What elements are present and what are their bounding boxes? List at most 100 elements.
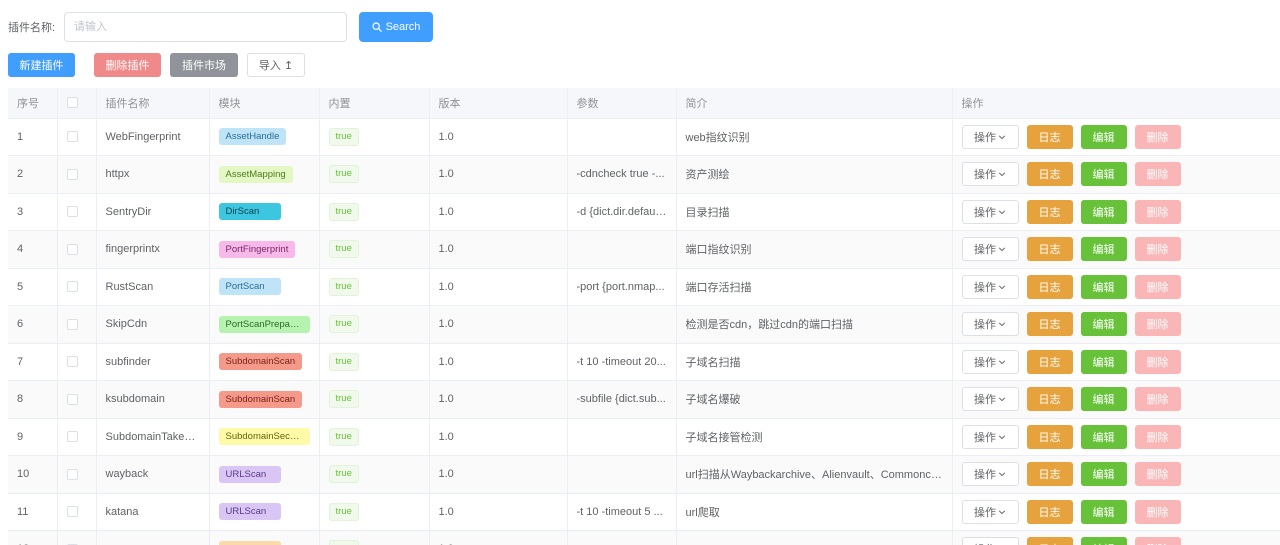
- row-delete-button[interactable]: 删除: [1134, 499, 1181, 524]
- log-button[interactable]: 日志: [1026, 462, 1073, 487]
- column-header-name: 插件名称: [96, 88, 210, 119]
- log-button[interactable]: 日志: [1026, 424, 1073, 449]
- actions-cell: 操作 日志编辑删除: [952, 455, 1280, 494]
- row-index: 7: [8, 343, 58, 381]
- row-checkbox[interactable]: [66, 168, 78, 180]
- module-cell: URLScan: [209, 493, 320, 531]
- module-cell: AssetHandle: [209, 118, 320, 156]
- module-tag: AssetMapping: [218, 165, 293, 183]
- log-button[interactable]: 日志: [1026, 499, 1073, 524]
- row-checkbox[interactable]: [66, 243, 78, 255]
- row-delete-button[interactable]: 删除: [1134, 162, 1181, 187]
- module-cell: SubdomainScan: [209, 380, 320, 419]
- row-delete-button[interactable]: 删除: [1134, 199, 1181, 224]
- search-button-label: Search: [385, 21, 421, 33]
- edit-button[interactable]: 编辑: [1080, 124, 1127, 149]
- log-button[interactable]: 日志: [1026, 312, 1073, 337]
- actions-dropdown-button[interactable]: 操作: [961, 424, 1019, 449]
- select-all-checkbox[interactable]: [66, 97, 78, 109]
- table-header-row: 序号 插件名称 模块 内置 版本 参数 简介 操作: [8, 88, 1280, 119]
- plugin-name: httpx: [96, 155, 210, 194]
- new-plugin-button[interactable]: 新建插件: [8, 53, 75, 77]
- module-cell: SubdomainScan: [209, 343, 320, 381]
- actions-dropdown-button[interactable]: 操作: [961, 537, 1019, 545]
- row-delete-button[interactable]: 删除: [1134, 462, 1181, 487]
- edit-button[interactable]: 编辑: [1080, 537, 1127, 545]
- edit-button[interactable]: 编辑: [1080, 162, 1127, 187]
- search-button[interactable]: Search: [359, 12, 433, 42]
- row-delete-button[interactable]: 删除: [1134, 537, 1181, 545]
- row-checkbox[interactable]: [66, 131, 78, 143]
- row-checkbox[interactable]: [66, 206, 78, 218]
- delete-plugin-button[interactable]: 删除插件: [94, 53, 161, 77]
- log-button[interactable]: 日志: [1026, 199, 1073, 224]
- actions-dropdown-button[interactable]: 操作: [961, 349, 1019, 374]
- row-delete-button[interactable]: 删除: [1134, 124, 1181, 149]
- edit-button[interactable]: 编辑: [1080, 387, 1127, 412]
- builtin-tag: true: [328, 540, 359, 545]
- actions-dropdown-button[interactable]: 操作: [961, 462, 1019, 487]
- log-button[interactable]: 日志: [1026, 162, 1073, 187]
- actions-dropdown-button[interactable]: 操作: [961, 162, 1019, 187]
- row-delete-button[interactable]: 删除: [1134, 237, 1181, 262]
- row-select-cell: [57, 155, 97, 194]
- row-delete-button[interactable]: 删除: [1134, 349, 1181, 374]
- row-checkbox[interactable]: [66, 356, 78, 368]
- edit-button[interactable]: 编辑: [1080, 349, 1127, 374]
- log-button[interactable]: 日志: [1026, 537, 1073, 545]
- row-checkbox[interactable]: [66, 506, 78, 518]
- actions-dropdown-button[interactable]: 操作: [961, 237, 1019, 262]
- actions-dropdown-label: 操作: [974, 394, 996, 407]
- table-row: 8 ksubdomain SubdomainScan true 1.0 -subfile …: [8, 380, 1280, 419]
- log-button[interactable]: 日志: [1026, 124, 1073, 149]
- row-delete-button[interactable]: 删除: [1134, 312, 1181, 337]
- row-delete-button[interactable]: 删除: [1134, 424, 1181, 449]
- table-row: 10 wayback URLScan true 1.0 url扫描从Waybackarch…: [8, 455, 1280, 494]
- row-checkbox[interactable]: [66, 281, 78, 293]
- actions-dropdown-button[interactable]: 操作: [961, 312, 1019, 337]
- plugin-description: [676, 530, 953, 545]
- edit-button[interactable]: 编辑: [1080, 462, 1127, 487]
- edit-button[interactable]: 编辑: [1080, 274, 1127, 299]
- log-button[interactable]: 日志: [1026, 387, 1073, 412]
- chevron-down-icon: [998, 472, 1006, 477]
- module-tag: PortScan: [218, 278, 281, 296]
- actions-dropdown-label: 操作: [974, 356, 996, 369]
- log-button[interactable]: 日志: [1026, 274, 1073, 299]
- plugin-name: fingerprintx: [96, 230, 210, 269]
- module-tag: SubdomainScan: [218, 390, 303, 408]
- plugin-market-button[interactable]: 插件市场: [170, 53, 238, 77]
- chevron-down-icon: [998, 210, 1006, 215]
- row-checkbox[interactable]: [66, 393, 78, 405]
- row-checkbox[interactable]: [66, 468, 78, 480]
- log-button[interactable]: 日志: [1026, 237, 1073, 262]
- table-row: 7 subfinder SubdomainScan true 1.0 -t 10 -tim…: [8, 343, 1280, 381]
- edit-button[interactable]: 编辑: [1080, 199, 1127, 224]
- column-header-module: 模块: [209, 88, 320, 119]
- module-cell: PortScanPreparation: [209, 305, 320, 344]
- actions-dropdown-button[interactable]: 操作: [961, 199, 1019, 224]
- log-button[interactable]: 日志: [1026, 349, 1073, 374]
- actions-dropdown-button[interactable]: 操作: [961, 124, 1019, 149]
- row-delete-button[interactable]: 删除: [1134, 387, 1181, 412]
- actions-dropdown-button[interactable]: 操作: [961, 387, 1019, 412]
- actions-cell: 操作 日志编辑删除: [952, 230, 1280, 269]
- row-index: 4: [8, 230, 58, 269]
- row-checkbox[interactable]: [66, 431, 78, 443]
- edit-button[interactable]: 编辑: [1080, 499, 1127, 524]
- actions-cell: 操作 日志编辑删除: [952, 193, 1280, 231]
- plugin-name-input[interactable]: [64, 12, 347, 42]
- row-delete-button[interactable]: 删除: [1134, 274, 1181, 299]
- row-checkbox[interactable]: [66, 318, 78, 330]
- edit-button[interactable]: 编辑: [1080, 424, 1127, 449]
- module-tag: URLScan: [218, 503, 281, 521]
- edit-button[interactable]: 编辑: [1080, 312, 1127, 337]
- column-header-description: 简介: [676, 88, 953, 119]
- edit-button[interactable]: 编辑: [1080, 237, 1127, 262]
- actions-dropdown-button[interactable]: 操作: [961, 274, 1019, 299]
- builtin-cell: true: [319, 530, 430, 545]
- module-tag: DirScan: [218, 203, 281, 221]
- import-button[interactable]: 导入 ↥: [247, 53, 305, 77]
- plugin-params: -t 10 -timeout 5 ...: [567, 493, 677, 531]
- actions-dropdown-button[interactable]: 操作: [961, 499, 1019, 524]
